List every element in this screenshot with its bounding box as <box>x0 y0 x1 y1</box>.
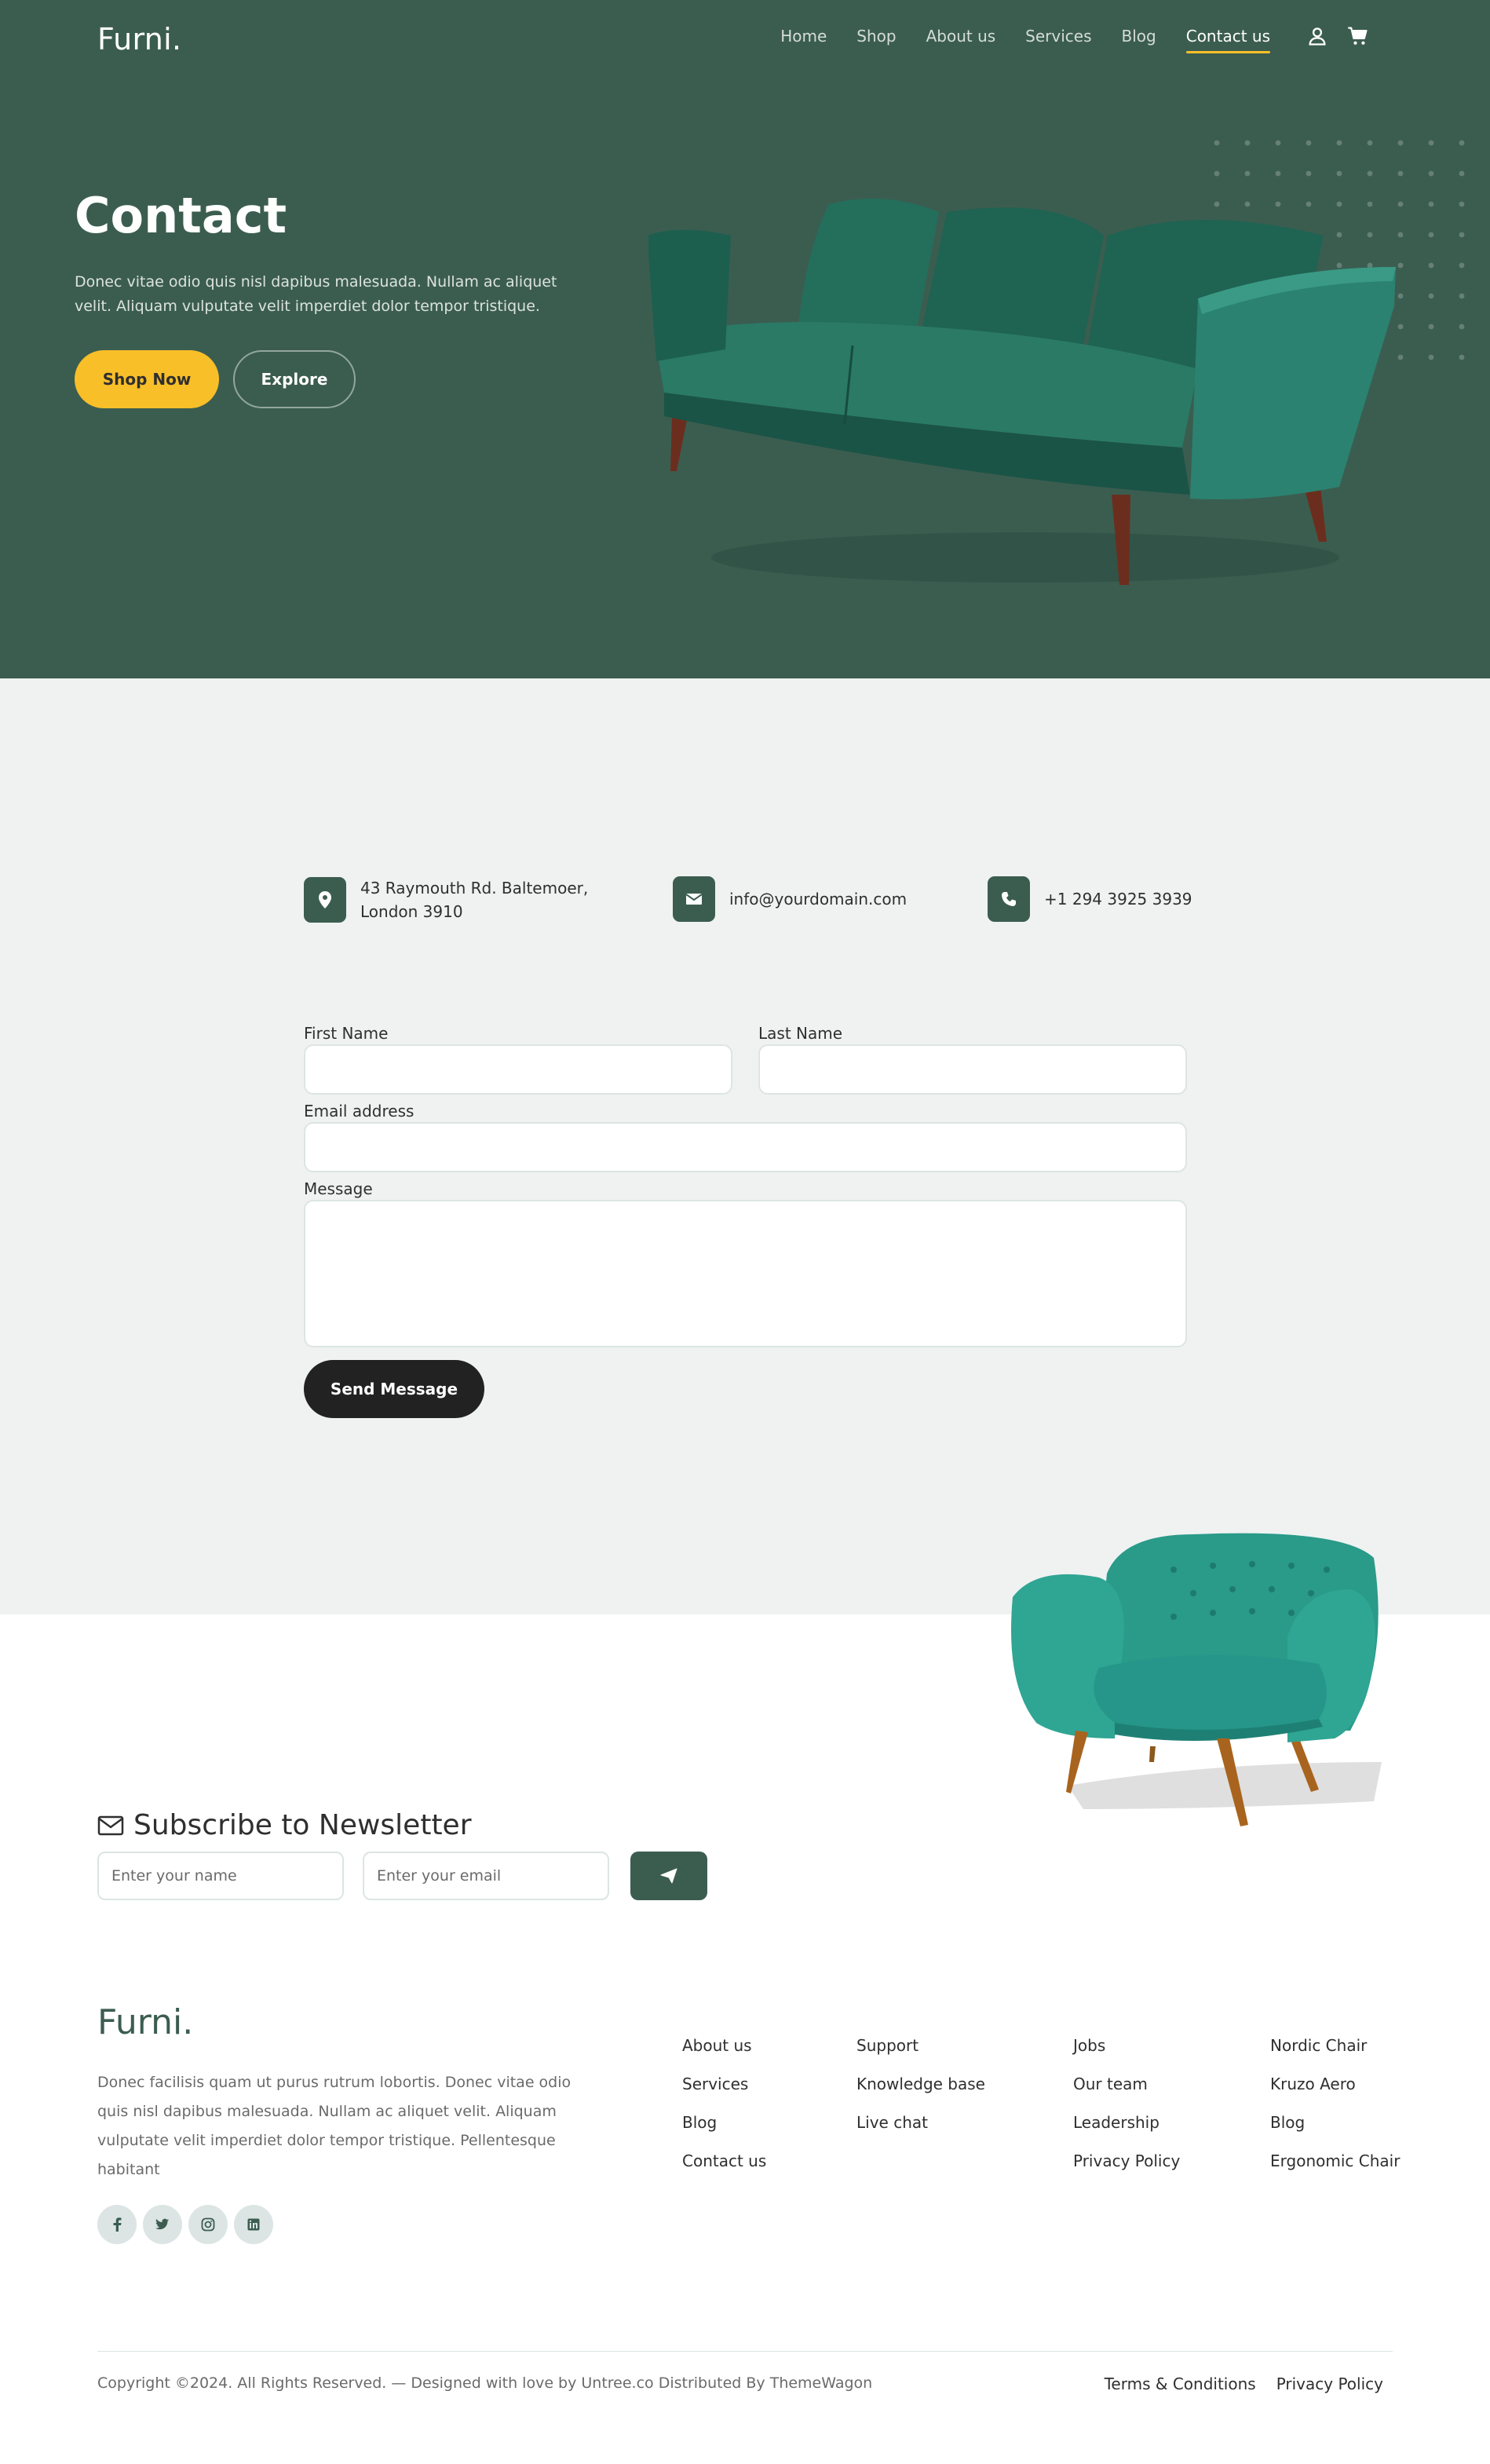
nav-link-services[interactable]: Services <box>1025 27 1091 53</box>
privacy-policy-link[interactable]: Privacy Policy <box>1276 2374 1383 2393</box>
twitter-icon[interactable] <box>143 2205 182 2244</box>
first-name-field[interactable] <box>304 1044 732 1095</box>
newsletter-heading: Subscribe to Newsletter <box>97 1809 472 1841</box>
nav-link-shop[interactable]: Shop <box>856 27 896 53</box>
footer-links-column-2: Support Knowledge base Live chat <box>856 2037 985 2131</box>
phone-text[interactable]: +1 294 3925 3939 <box>1044 887 1192 911</box>
nav-link-about[interactable]: About us <box>926 27 996 53</box>
nav-link-home[interactable]: Home <box>780 27 827 53</box>
facebook-icon[interactable] <box>97 2205 137 2244</box>
email-label: Email address <box>304 1102 414 1120</box>
navbar: Furni. Home Shop About us Services Blog … <box>0 0 1490 79</box>
brand-logo[interactable]: Furni. <box>97 22 181 57</box>
footer-link[interactable]: About us <box>682 2037 766 2054</box>
footer-link[interactable]: Blog <box>1270 2114 1400 2131</box>
legal-links: Terms & Conditions Privacy Policy <box>1105 2374 1383 2393</box>
phone-icon <box>988 876 1030 922</box>
shop-now-button[interactable]: Shop Now <box>75 350 219 408</box>
footer-link[interactable]: Contact us <box>682 2152 766 2170</box>
envelope-icon <box>673 876 715 922</box>
footer-brand-logo[interactable]: Furni. <box>97 2002 193 2042</box>
footer-link[interactable]: Leadership <box>1073 2114 1180 2131</box>
email-text[interactable]: info@yourdomain.com <box>729 887 907 911</box>
copyright-text: Copyright ©2024. All Rights Reserved. — … <box>97 2374 873 2392</box>
newsletter-name-input[interactable]: Enter your name <box>97 1852 344 1900</box>
linkedin-icon[interactable] <box>234 2205 273 2244</box>
explore-button[interactable]: Explore <box>233 350 356 408</box>
message-textarea[interactable] <box>304 1200 1187 1347</box>
last-name-field[interactable] <box>758 1044 1187 1095</box>
email-info: info@yourdomain.com <box>673 876 907 922</box>
phone-info: +1 294 3925 3939 <box>988 876 1192 922</box>
footer-link[interactable]: Privacy Policy <box>1073 2152 1180 2170</box>
instagram-icon[interactable] <box>188 2205 228 2244</box>
nav-link-blog[interactable]: Blog <box>1122 27 1156 53</box>
footer-description: Donec facilisis quam ut purus rutrum lob… <box>97 2074 572 2178</box>
cart-icon[interactable] <box>1347 25 1369 47</box>
footer-link[interactable]: Jobs <box>1073 2037 1180 2054</box>
address-text: 43 Raymouth Rd. Baltemoer, London 3910 <box>360 879 589 921</box>
nav-link-contact[interactable]: Contact us <box>1185 27 1271 53</box>
paper-plane-icon <box>660 1868 677 1884</box>
page-title: Contact <box>75 187 287 244</box>
user-icon[interactable] <box>1306 25 1328 47</box>
first-name-label: First Name <box>304 1024 389 1043</box>
hero-section: Furni. Home Shop About us Services Blog … <box>0 0 1490 678</box>
footer-link[interactable]: Kruzo Aero <box>1270 2075 1400 2093</box>
last-name-label: Last Name <box>758 1024 843 1043</box>
sofa-image <box>648 198 1396 585</box>
nav-menu: Home Shop About us Services Blog Contact… <box>780 27 1271 53</box>
newsletter-title: Subscribe to Newsletter <box>133 1809 472 1841</box>
footer-links-column-1: About us Services Blog Contact us <box>682 2037 766 2170</box>
contact-section: 43 Raymouth Rd. Baltemoer, London 3910 i… <box>0 678 1490 1614</box>
footer-link[interactable]: Knowledge base <box>856 2075 985 2093</box>
footer-link[interactable]: Blog <box>682 2114 766 2131</box>
address-info: 43 Raymouth Rd. Baltemoer, London 3910 <box>304 876 596 923</box>
footer-link[interactable]: Support <box>856 2037 985 2054</box>
armchair-image <box>1011 1533 1382 1826</box>
footer-link[interactable]: Live chat <box>856 2114 985 2131</box>
hero-description: Donec vitae odio quis nisl dapibus males… <box>75 273 557 315</box>
footer-link[interactable]: Ergonomic Chair <box>1270 2152 1400 2170</box>
envelope-icon <box>97 1815 124 1835</box>
footer-links-column-3: Jobs Our team Leadership Privacy Policy <box>1073 2037 1180 2170</box>
footer-links-column-4: Nordic Chair Kruzo Aero Blog Ergonomic C… <box>1270 2037 1400 2170</box>
footer-link[interactable]: Services <box>682 2075 766 2093</box>
message-label: Message <box>304 1179 373 1198</box>
email-field[interactable] <box>304 1122 1187 1172</box>
send-message-button[interactable]: Send Message <box>304 1360 484 1418</box>
social-links <box>97 2205 273 2244</box>
footer-divider <box>97 2351 1393 2352</box>
terms-link[interactable]: Terms & Conditions <box>1105 2374 1256 2393</box>
footer-section: Subscribe to Newsletter Enter your name … <box>0 1533 1490 2464</box>
newsletter-email-input[interactable]: Enter your email <box>363 1852 609 1900</box>
footer-link[interactable]: Our team <box>1073 2075 1180 2093</box>
newsletter-submit-button[interactable] <box>630 1852 707 1900</box>
location-pin-icon <box>304 877 346 923</box>
footer-link[interactable]: Nordic Chair <box>1270 2037 1400 2054</box>
